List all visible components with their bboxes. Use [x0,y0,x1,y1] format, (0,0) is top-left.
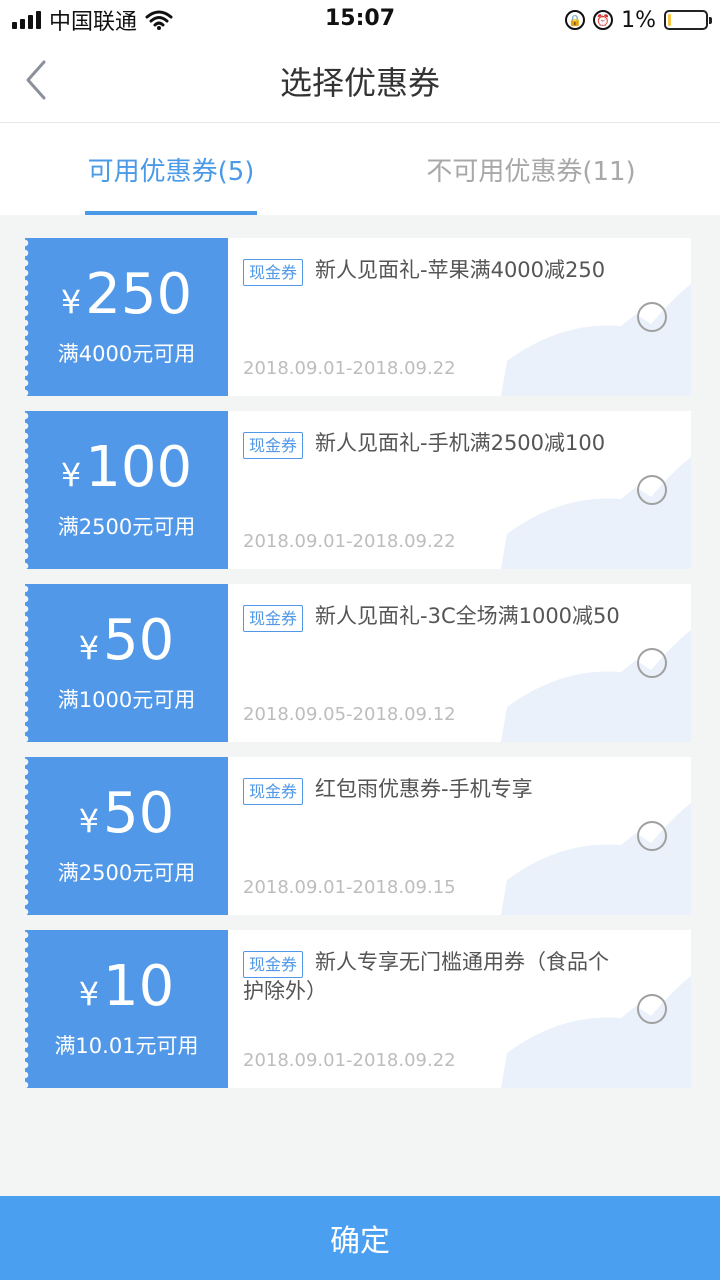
coupon-date: 2018.09.01-2018.09.22 [243,531,456,552]
currency-symbol: ¥ [78,629,100,667]
coupon-tag: 现金券 [243,259,304,286]
nav-bar: 选择优惠券 [0,40,720,123]
coupon-condition: 满2500元可用 [57,861,196,885]
coupon-card[interactable]: ¥ 50 满1000元可用 新人见面礼-3C全场满1000减50 现金券 201… [25,584,691,742]
coupon-value-panel: ¥ 50 满1000元可用 [25,584,228,742]
coupon-radio[interactable] [637,821,667,851]
coupon-amount: ¥ 250 [25,260,228,330]
coupon-card[interactable]: ¥ 250 满4000元可用 新人见面礼-苹果满4000减250 现金券 201… [25,238,691,396]
coupon-info: 新人见面礼-手机满2500减100 现金券 2018.09.01-2018.09… [228,411,691,569]
coupon-card[interactable]: ¥ 50 满2500元可用 红包雨优惠券-手机专享 现金券 2018.09.01… [25,757,691,915]
coupon-amount: ¥ 50 [25,606,228,676]
page-title: 选择优惠券 [279,64,440,102]
currency-symbol: ¥ [78,975,100,1013]
coupon-date: 2018.09.01-2018.09.15 [243,877,456,898]
currency-symbol: ¥ [60,283,82,321]
coupon-value-panel: ¥ 100 满2500元可用 [25,411,228,569]
coupon-card[interactable]: ¥ 100 满2500元可用 新人见面礼-手机满2500减100 现金券 201… [25,411,691,569]
tab-available[interactable]: 可用优惠券(5) [0,123,342,215]
coupon-value-panel: ¥ 50 满2500元可用 [25,757,228,915]
coupon-condition: 满4000元可用 [57,342,196,366]
coupon-radio[interactable] [637,994,667,1024]
coupon-date: 2018.09.01-2018.09.22 [243,1050,456,1071]
tab-indicator [85,211,257,215]
status-bar: 中国联通 15:07 🔒 ⏰ 1% [0,0,720,40]
coupon-value-panel: ¥ 250 满4000元可用 [25,238,228,396]
alarm-icon: ⏰ [593,10,614,30]
coupon-info: 新人专享无门槛通用券（食品个护除外） 现金券 2018.09.01-2018.0… [228,930,691,1088]
coupon-radio[interactable] [637,475,667,505]
coupon-info: 新人见面礼-3C全场满1000减50 现金券 2018.09.05-2018.0… [228,584,691,742]
rotation-lock-icon: 🔒 [565,10,586,30]
coupon-watermark [501,457,691,569]
confirm-button[interactable]: 确定 [0,1196,720,1280]
amount-value: 100 [85,435,193,500]
coupon-radio[interactable] [637,648,667,678]
coupon-tag: 现金券 [243,432,304,459]
coupon-condition: 满2500元可用 [57,515,196,539]
coupon-tag: 现金券 [243,951,304,978]
coupon-tag: 现金券 [243,605,304,632]
back-button[interactable] [16,54,66,108]
coupon-watermark [501,803,691,915]
amount-value: 10 [103,954,175,1019]
coupon-radio[interactable] [637,302,667,332]
coupon-amount: ¥ 50 [25,779,228,849]
coupon-date: 2018.09.05-2018.09.12 [243,704,456,725]
amount-value: 50 [103,608,175,673]
currency-symbol: ¥ [60,456,82,494]
coupon-watermark [501,630,691,742]
battery-icon [664,10,712,30]
tab-unavailable[interactable]: 不可用优惠券(11) [342,123,720,215]
amount-value: 50 [103,781,175,846]
tab-bar: 可用优惠券(5) 不可用优惠券(11) [0,123,720,215]
currency-symbol: ¥ [78,802,100,840]
amount-value: 250 [85,262,193,327]
coupon-amount: ¥ 10 [25,952,228,1022]
coupon-card[interactable]: ¥ 10 满10.01元可用 新人专享无门槛通用券（食品个护除外） 现金券 20… [25,930,691,1088]
coupon-list: ¥ 250 满4000元可用 新人见面礼-苹果满4000减250 现金券 201… [25,238,691,1103]
coupon-info: 新人见面礼-苹果满4000减250 现金券 2018.09.01-2018.09… [228,238,691,396]
coupon-condition: 满10.01元可用 [54,1034,199,1058]
coupon-watermark [501,284,691,396]
coupon-info: 红包雨优惠券-手机专享 现金券 2018.09.01-2018.09.15 [228,757,691,915]
coupon-condition: 满1000元可用 [57,688,196,712]
back-chevron-icon [26,60,46,100]
coupon-amount: ¥ 100 [25,433,228,503]
coupon-value-panel: ¥ 10 满10.01元可用 [25,930,228,1088]
battery-percent: 1% [621,7,656,33]
status-right: 🔒 ⏰ 1% [565,0,712,40]
coupon-tag: 现金券 [243,778,304,805]
coupon-date: 2018.09.01-2018.09.22 [243,358,456,379]
